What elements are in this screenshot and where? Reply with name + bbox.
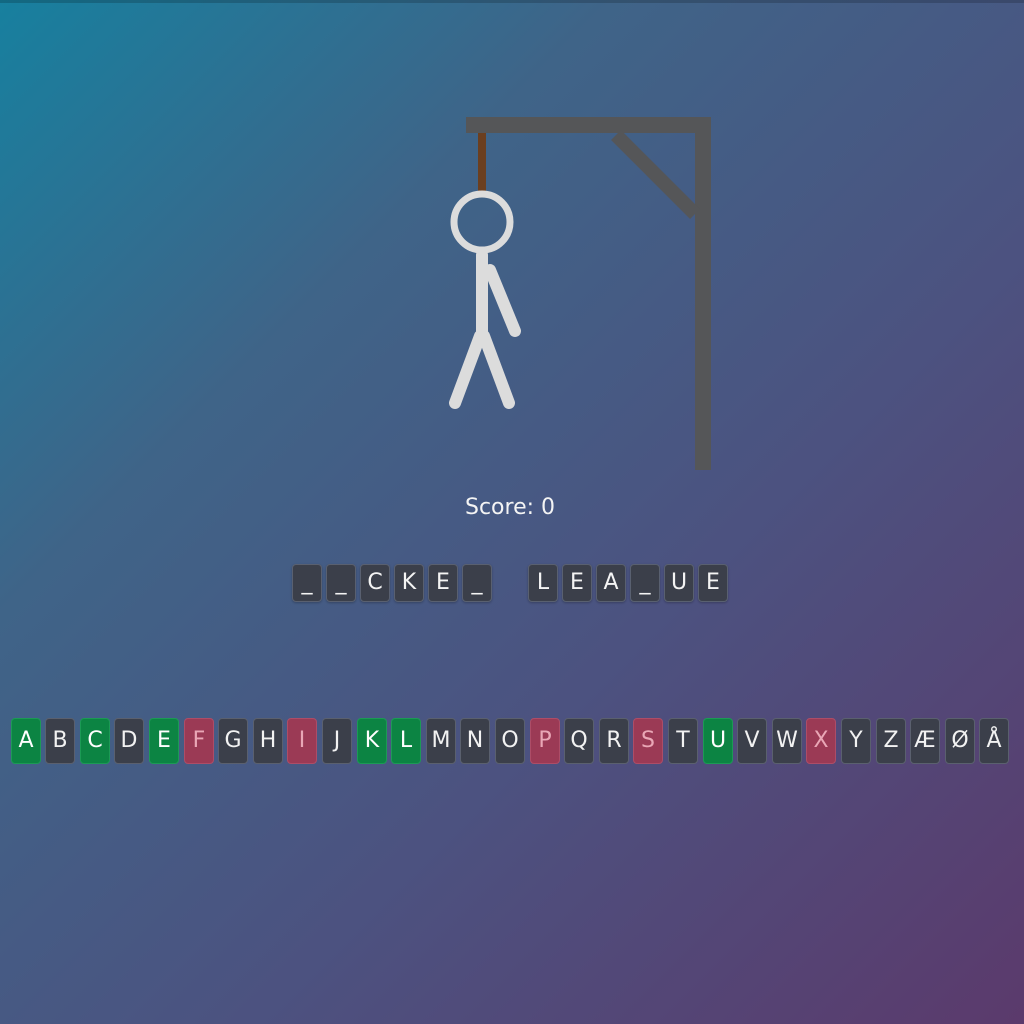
figure-left-leg — [449, 330, 486, 409]
key-u[interactable]: U — [703, 718, 733, 764]
key-v[interactable]: V — [737, 718, 767, 764]
key-k[interactable]: K — [357, 718, 387, 764]
key-c[interactable]: C — [80, 718, 110, 764]
key-s[interactable]: S — [633, 718, 663, 764]
word-letter-tile: C — [360, 564, 390, 602]
key-p[interactable]: P — [530, 718, 560, 764]
word-letter-tile: _ — [326, 564, 356, 602]
word-letter-tile: _ — [630, 564, 660, 602]
score-display: Score: 0 — [464, 495, 556, 520]
word-letter-tile: U — [664, 564, 694, 602]
figure-right-arm — [484, 264, 521, 337]
key-l[interactable]: L — [391, 718, 421, 764]
key-q[interactable]: Q — [564, 718, 594, 764]
key-a[interactable]: A — [11, 718, 41, 764]
key-r[interactable]: R — [599, 718, 629, 764]
key-i[interactable]: I — [287, 718, 317, 764]
word-letter-tile: _ — [462, 564, 492, 602]
key-w[interactable]: W — [772, 718, 802, 764]
key-j[interactable]: J — [322, 718, 352, 764]
key-x[interactable]: X — [806, 718, 836, 764]
word-letter-tile: E — [562, 564, 592, 602]
key-æ[interactable]: Æ — [910, 718, 940, 764]
key-h[interactable]: H — [253, 718, 283, 764]
key-m[interactable]: M — [426, 718, 456, 764]
key-y[interactable]: Y — [841, 718, 871, 764]
word-display: _ _ C K E _ L E A _ U E — [0, 563, 1024, 603]
stick-figure — [449, 190, 521, 409]
word-letter-tile: L — [528, 564, 558, 602]
key-b[interactable]: B — [45, 718, 75, 764]
key-g[interactable]: G — [218, 718, 248, 764]
figure-head — [450, 190, 514, 254]
key-f[interactable]: F — [184, 718, 214, 764]
word-letter-tile: E — [428, 564, 458, 602]
key-e[interactable]: E — [149, 718, 179, 764]
word-letter-tile: _ — [292, 564, 322, 602]
key-z[interactable]: Z — [876, 718, 906, 764]
key-t[interactable]: T — [668, 718, 698, 764]
word-letter-tile: K — [394, 564, 424, 602]
key-å[interactable]: Å — [979, 718, 1009, 764]
gallows-support-brace — [611, 130, 700, 219]
key-n[interactable]: N — [460, 718, 490, 764]
figure-right-leg — [478, 330, 515, 409]
word-letter-tile: E — [698, 564, 728, 602]
key-o[interactable]: O — [495, 718, 525, 764]
letter-keyboard: ABCDEFGHIJKLMNOPQRSTUVWXYZÆØÅ — [0, 717, 1024, 765]
word-letter-tile: A — [596, 564, 626, 602]
key-d[interactable]: D — [114, 718, 144, 764]
key-ø[interactable]: Ø — [945, 718, 975, 764]
